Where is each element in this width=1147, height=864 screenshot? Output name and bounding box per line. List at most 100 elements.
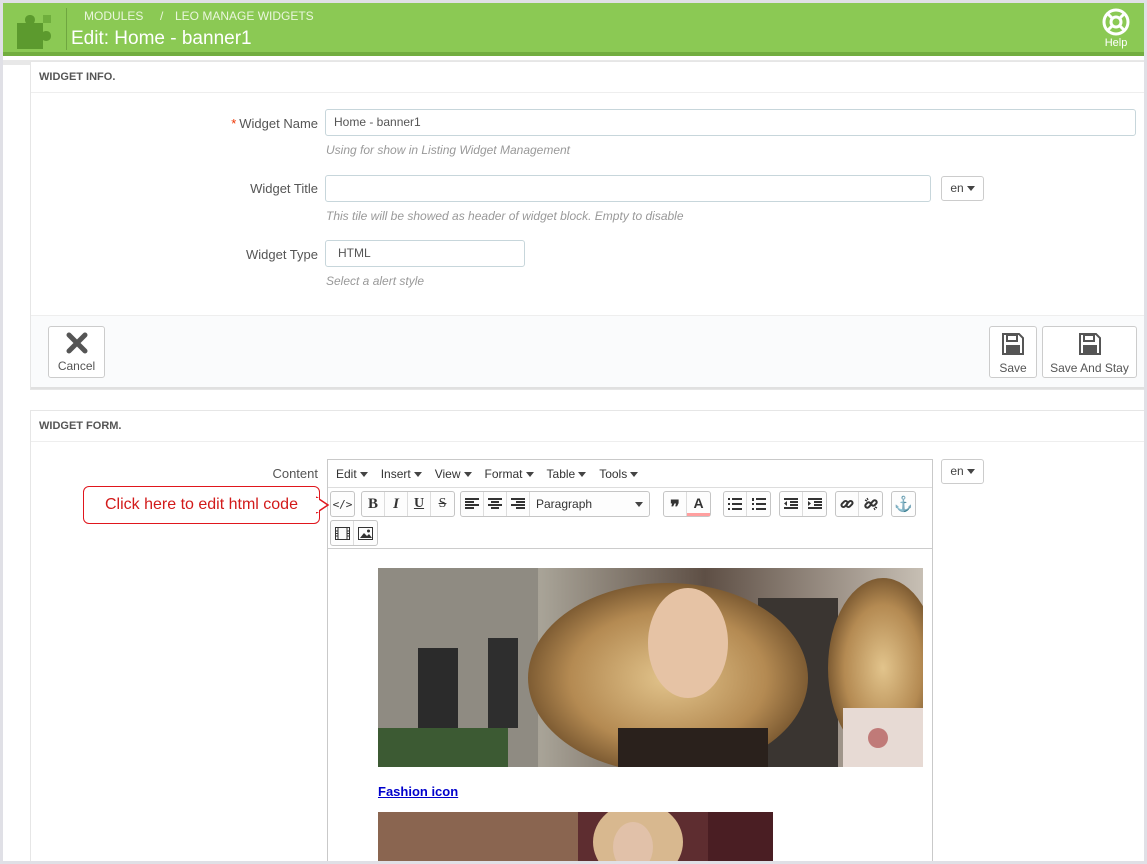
save-button[interactable]: Save — [989, 326, 1037, 378]
menu-format[interactable]: Format — [481, 460, 538, 488]
align-left-icon[interactable] — [461, 492, 484, 516]
video-icon[interactable] — [331, 521, 354, 545]
widget-name-help: Using for show in Listing Widget Managem… — [326, 143, 571, 157]
alignment-group: Paragraph — [460, 491, 650, 517]
floppy-disk-icon — [1002, 333, 1024, 355]
help-label: Help — [1104, 37, 1128, 49]
format-select-value: Paragraph — [536, 497, 593, 511]
required-mark: * — [231, 116, 237, 131]
breadcrumb-modules[interactable]: MODULES — [84, 9, 143, 23]
indent-group — [779, 491, 827, 517]
language-value: en — [950, 181, 964, 195]
cancel-button[interactable]: Cancel — [48, 326, 105, 378]
source-code-icon[interactable]: </> — [331, 492, 354, 516]
unlink-icon[interactable] — [859, 492, 882, 516]
banner-image-2 — [378, 812, 773, 861]
caret-down-icon — [630, 472, 639, 478]
caret-down-icon — [413, 472, 422, 478]
media-group — [330, 520, 378, 546]
close-icon — [66, 332, 87, 354]
menu-tools[interactable]: Tools — [595, 460, 642, 488]
cancel-label: Cancel — [57, 359, 96, 373]
annotation-callout: Click here to edit html code — [83, 486, 320, 524]
breadcrumb-leo-manage-widgets[interactable]: LEO MANAGE WIDGETS — [175, 9, 314, 23]
strikethrough-icon[interactable]: S — [431, 492, 454, 516]
widget-name-input[interactable]: Home - banner1 — [325, 109, 1136, 136]
save-label: Save — [999, 361, 1027, 375]
widget-type-field[interactable]: HTML — [325, 240, 525, 267]
align-center-icon[interactable] — [484, 492, 507, 516]
editor-menubar: Edit Insert View Format Table Tools — [328, 460, 932, 488]
widget-name-label: * Widget Name — [231, 116, 318, 131]
link-group — [835, 491, 883, 517]
widget-form-panel: WIDGET FORM. Content en Edit Insert View Fo… — [30, 410, 1144, 861]
anchor-icon[interactable]: ⚓ — [892, 492, 915, 516]
menu-label: Edit — [336, 467, 357, 481]
caret-down-icon — [966, 186, 975, 192]
save-and-stay-button[interactable]: Save And Stay — [1042, 326, 1137, 378]
caret-down-icon — [463, 472, 472, 478]
link-icon[interactable] — [836, 492, 859, 516]
text-style-group: B I U S — [361, 491, 455, 517]
header-separator — [66, 8, 67, 50]
top-header: MODULES / LEO MANAGE WIDGETS Edit: Home … — [3, 3, 1144, 56]
menu-label: Tools — [599, 467, 628, 481]
menu-insert[interactable]: Insert — [377, 460, 426, 488]
widget-form-heading: WIDGET FORM. — [31, 411, 1144, 442]
image-icon[interactable] — [354, 521, 377, 545]
lifebuoy-icon — [1102, 8, 1130, 36]
browser-frame: MODULES / LEO MANAGE WIDGETS Edit: Home … — [0, 0, 1147, 864]
menu-edit[interactable]: Edit — [332, 460, 372, 488]
numbered-list-icon[interactable] — [747, 492, 770, 516]
editor-content-area[interactable]: Fashion icon — [328, 548, 932, 861]
bold-icon[interactable]: B — [362, 492, 385, 516]
widget-title-language-dropdown[interactable]: en — [941, 176, 984, 201]
text-color-icon[interactable]: A — [687, 492, 710, 516]
callout-pointer-icon — [316, 496, 330, 514]
fashion-icon-link[interactable]: Fashion icon — [378, 784, 458, 799]
caret-down-icon — [966, 469, 975, 475]
align-right-icon[interactable] — [507, 492, 530, 516]
rich-text-editor: Edit Insert View Format Table Tools </> B I U… — [327, 459, 933, 861]
caret-down-icon — [525, 472, 534, 478]
help-button[interactable]: Help — [1096, 8, 1136, 49]
italic-icon[interactable]: I — [385, 492, 408, 516]
form-footer: Cancel Save Save And Stay — [31, 315, 1144, 389]
banner-image-1 — [378, 568, 923, 767]
menu-table[interactable]: Table — [543, 460, 591, 488]
anchor-group: ⚓ — [891, 491, 916, 517]
menu-label: Insert — [380, 467, 411, 481]
widget-type-help: Select a alert style — [326, 274, 425, 288]
quote-color-group: ❞ A — [663, 491, 711, 517]
outdent-icon[interactable] — [780, 492, 803, 516]
widget-title-input[interactable] — [325, 175, 931, 202]
widget-title-label: Widget Title — [250, 181, 318, 196]
breadcrumb-separator: / — [160, 9, 164, 23]
source-code-group: </> — [330, 491, 355, 517]
caret-down-icon — [635, 501, 643, 507]
menu-label: Table — [546, 467, 576, 481]
format-select[interactable]: Paragraph — [530, 492, 649, 516]
menu-label: Format — [484, 467, 523, 481]
underline-icon[interactable]: U — [408, 492, 431, 516]
widget-title-help: This tile will be showed as header of wi… — [326, 209, 684, 223]
bullet-list-icon[interactable] — [724, 492, 747, 516]
content-language-dropdown[interactable]: en — [941, 459, 984, 484]
menu-view[interactable]: View — [431, 460, 476, 488]
list-group — [723, 491, 771, 517]
widget-name-label-text: Widget Name — [239, 116, 318, 131]
floppy-disk-icon — [1078, 333, 1101, 355]
blockquote-icon[interactable]: ❞ — [664, 492, 687, 517]
caret-down-icon — [578, 472, 587, 478]
save-and-stay-label: Save And Stay — [1050, 361, 1129, 375]
content-label: Content — [272, 466, 318, 481]
caret-down-icon — [359, 472, 368, 478]
widget-type-label: Widget Type — [245, 247, 318, 262]
language-value: en — [950, 464, 964, 478]
menu-label: View — [434, 467, 461, 481]
widget-info-panel: WIDGET INFO. * Widget Name Home - banner1… — [30, 61, 1144, 390]
indent-icon[interactable] — [803, 492, 826, 516]
puzzle-icon — [17, 15, 51, 49]
widget-info-heading: WIDGET INFO. — [31, 62, 1144, 93]
page-title: Edit: Home - banner1 — [71, 28, 252, 49]
